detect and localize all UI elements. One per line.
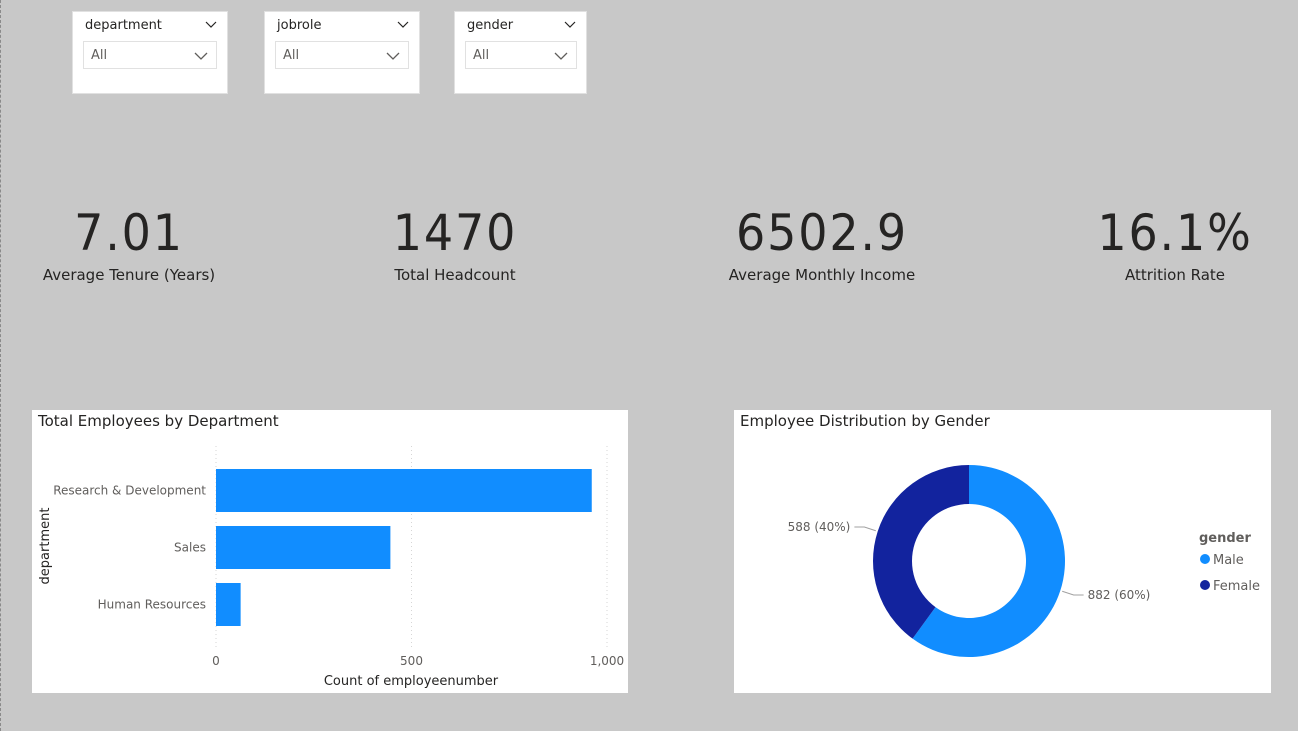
- x-tick-label: 0: [212, 654, 220, 668]
- chevron-down-icon[interactable]: [554, 50, 568, 62]
- kpi-value: 6502.9: [735, 204, 908, 262]
- bar[interactable]: [216, 526, 391, 569]
- slicer-title: jobrole: [277, 18, 322, 33]
- leader-line: [854, 526, 876, 532]
- slicer-selected-value: All: [91, 48, 108, 63]
- legend-marker: [1200, 580, 1210, 590]
- kpi-label: Total Headcount: [394, 266, 516, 284]
- leader-line: [1062, 590, 1084, 596]
- donut-chart[interactable]: 882 (60%) 588 (40%) gender Male Female: [734, 410, 1271, 693]
- slicer-title: department: [85, 18, 162, 33]
- chevron-down-icon[interactable]: [194, 50, 208, 62]
- kpi-card-attrition[interactable]: 16.1% Attrition Rate: [1075, 198, 1275, 284]
- slicer-header[interactable]: jobrole: [277, 18, 411, 36]
- slicer-header[interactable]: gender: [467, 18, 578, 36]
- x-axis-title: Count of employeenumber: [324, 674, 499, 689]
- chevron-down-icon[interactable]: [564, 18, 576, 30]
- slicer-jobrole: jobrole All: [264, 11, 420, 94]
- legend-item-label[interactable]: Female: [1213, 579, 1260, 594]
- y-axis-title: department: [38, 508, 53, 585]
- y-category-label: Human Resources: [98, 598, 206, 612]
- legend-marker: [1200, 554, 1210, 564]
- slicer-header[interactable]: department: [85, 18, 219, 36]
- bar[interactable]: [216, 583, 241, 626]
- kpi-label: Average Monthly Income: [728, 266, 916, 284]
- data-label: 882 (60%): [1088, 588, 1151, 602]
- data-label: 588 (40%): [788, 520, 851, 534]
- slicer-gender: gender All: [454, 11, 587, 94]
- slicer-dropdown[interactable]: All: [83, 41, 217, 69]
- chevron-down-icon[interactable]: [397, 18, 409, 30]
- bar-chart[interactable]: Research & Development Sales Human Resourc…: [32, 410, 628, 693]
- legend-title: gender: [1199, 531, 1252, 546]
- y-category-label: Sales: [174, 541, 206, 555]
- slicer-title: gender: [467, 18, 514, 33]
- bar-chart-panel[interactable]: Total Employees by Department Research &…: [32, 410, 628, 693]
- canvas-edge: [0, 0, 1, 731]
- slicer-department: department All: [72, 11, 228, 94]
- slicer-dropdown[interactable]: All: [275, 41, 409, 69]
- chevron-down-icon[interactable]: [386, 50, 400, 62]
- bar[interactable]: [216, 469, 592, 512]
- x-tick-label: 500: [400, 654, 423, 668]
- kpi-card-headcount[interactable]: 1470 Total Headcount: [355, 198, 555, 284]
- kpi-value: 7.01: [74, 204, 184, 262]
- legend-item-label[interactable]: Male: [1213, 553, 1244, 568]
- kpi-label: Attrition Rate: [1125, 266, 1225, 284]
- donut-chart-panel[interactable]: Employee Distribution by Gender 882 (60%…: [734, 410, 1271, 693]
- kpi-value: 16.1%: [1097, 204, 1253, 262]
- x-tick-label: 1,000: [590, 654, 624, 668]
- slicer-dropdown[interactable]: All: [465, 41, 577, 69]
- donut-slice[interactable]: [873, 465, 969, 639]
- kpi-label: Average Tenure (Years): [42, 266, 216, 284]
- slicer-selected-value: All: [283, 48, 300, 63]
- slicer-selected-value: All: [473, 48, 490, 63]
- kpi-card-avg-income[interactable]: 6502.9 Average Monthly Income: [712, 198, 932, 284]
- kpi-card-avg-tenure[interactable]: 7.01 Average Tenure (Years): [29, 198, 229, 284]
- kpi-value: 1470: [392, 204, 518, 262]
- y-category-label: Research & Development: [53, 484, 206, 498]
- chevron-down-icon[interactable]: [205, 18, 217, 30]
